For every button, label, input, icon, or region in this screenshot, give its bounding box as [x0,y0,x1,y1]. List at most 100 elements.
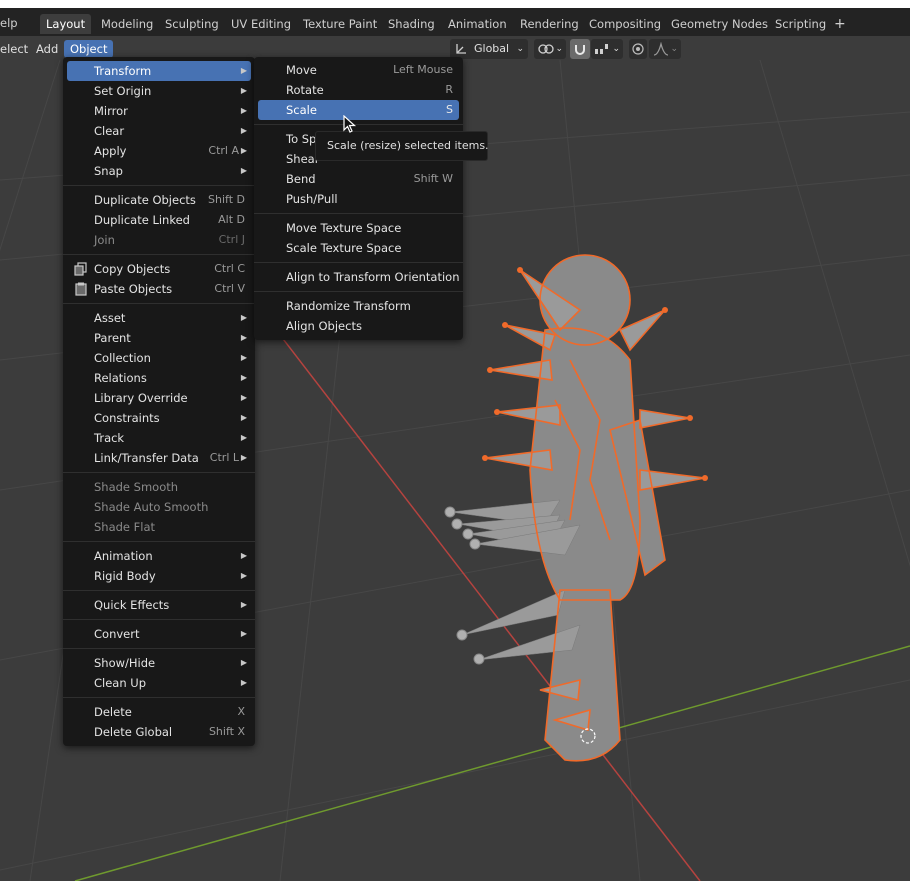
menu-item-bend[interactable]: Bend Shift W [258,169,459,189]
menu-item-animation[interactable]: Animation ▶ [67,546,251,566]
menu-item-shade-flat[interactable]: Shade Flat [67,517,251,537]
menu-item-duplicate-linked[interactable]: Duplicate Linked Alt D [67,210,251,230]
tab-scripting[interactable]: Scripting [769,14,832,34]
transform-orientation-dropdown[interactable]: Global ⌄ [450,39,528,59]
submenu-arrow-icon: ▶ [240,413,247,422]
menu-item-transform[interactable]: Transform ▶ [67,61,251,81]
menu-item-label: Collection [94,351,151,365]
menu-item-label: Align to Transform Orientation [286,270,460,284]
menu-item-shade-smooth[interactable]: Shade Smooth [67,477,251,497]
menu-item-label: Relations [94,371,147,385]
menu-item-label: Shade Smooth [94,480,179,494]
menu-item-shade-auto-smooth[interactable]: Shade Auto Smooth [67,497,251,517]
menu-item-collection[interactable]: Collection ▶ [67,348,251,368]
object-menu-button[interactable]: Object [64,40,114,58]
menu-item-label: Mirror [94,104,128,118]
menu-item-clear[interactable]: Clear ▶ [67,121,251,141]
orientation-axes-icon [456,44,466,54]
menu-shortcut: R [445,83,453,96]
menu-item-align-objects[interactable]: Align Objects [258,316,459,336]
menu-item-set-origin[interactable]: Set Origin ▶ [67,81,251,101]
link-icon [538,44,554,54]
menu-item-label: Delete Global [94,725,173,739]
menu-item-link-transfer-data[interactable]: Link/Transfer Data Ctrl L ▶ [67,448,251,468]
menu-item-label: Move Texture Space [286,221,402,235]
add-workspace-button[interactable]: + [828,14,852,34]
menu-item-constraints[interactable]: Constraints ▶ [67,408,251,428]
menu-item-rotate[interactable]: Rotate R [258,80,459,100]
pivot-point-dropdown[interactable]: ⌄ [534,39,566,59]
proportional-falloff-dropdown[interactable]: ⌄ [649,39,681,59]
submenu-arrow-icon: ▶ [240,433,247,442]
menu-item-join[interactable]: Join Ctrl J [67,230,251,250]
proportional-editing-toggle[interactable] [629,39,647,59]
menu-item-copy-objects[interactable]: Copy Objects Ctrl C [67,259,251,279]
tab-texture-paint[interactable]: Texture Paint [297,14,383,34]
menu-item-label: Rigid Body [94,569,156,583]
menu-item-mirror[interactable]: Mirror ▶ [67,101,251,121]
menu-item-randomize-transform[interactable]: Randomize Transform [258,296,459,316]
submenu-arrow-icon: ▶ [240,86,247,95]
menu-separator [254,291,463,292]
menu-item-align-to-transform-orientation[interactable]: Align to Transform Orientation [258,267,459,287]
menu-item-label: Move [286,63,317,77]
transform-submenu: Move Left Mouse Rotate R Scale S To Sp Shea… [254,57,463,340]
menu-separator [254,124,463,125]
submenu-arrow-icon: ▶ [240,106,247,115]
menu-item-push-pull[interactable]: Push/Pull [258,189,459,209]
menu-item-snap[interactable]: Snap ▶ [67,161,251,181]
menu-item-label: To Sp [286,132,317,146]
submenu-arrow-icon: ▶ [240,373,247,382]
tab-layout[interactable]: Layout [40,14,92,34]
menu-item-duplicate-objects[interactable]: Duplicate Objects Shift D [67,190,251,210]
snap-increment-icon [595,44,608,54]
tab-sculpting[interactable]: Sculpting [159,14,225,34]
menu-shortcut: Left Mouse [393,63,453,76]
menu-separator [254,262,463,263]
submenu-arrow-icon: ▶ [240,146,247,155]
menu-item-parent[interactable]: Parent ▶ [67,328,251,348]
menu-item-apply[interactable]: Apply Ctrl A ▶ [67,141,251,161]
menu-item-delete[interactable]: Delete X [67,702,251,722]
submenu-arrow-icon: ▶ [240,66,247,75]
menu-item-label: Convert [94,627,140,641]
menu-item-relations[interactable]: Relations ▶ [67,368,251,388]
menu-shortcut: Ctrl J [218,233,245,246]
menu-item-convert[interactable]: Convert ▶ [67,624,251,644]
menu-item-scale-texture-space[interactable]: Scale Texture Space [258,238,459,258]
tab-animation[interactable]: Animation [442,14,513,34]
tab-compositing[interactable]: Compositing [583,14,667,34]
menu-item-rigid-body[interactable]: Rigid Body ▶ [67,566,251,586]
help-menu[interactable]: elp [0,16,18,30]
submenu-arrow-icon: ▶ [240,126,247,135]
window-top-edge [0,0,910,8]
add-menu[interactable]: Add [36,40,58,58]
menu-item-delete-global[interactable]: Delete Global Shift X [67,722,251,742]
tab-modeling[interactable]: Modeling [95,14,159,34]
submenu-arrow-icon: ▶ [240,353,247,362]
menu-item-label: Duplicate Objects [94,193,196,207]
tab-geometry-nodes[interactable]: Geometry Nodes [665,14,774,34]
tab-shading[interactable]: Shading [382,14,441,34]
menu-item-paste-objects[interactable]: Paste Objects Ctrl V [67,279,251,299]
menu-item-track[interactable]: Track ▶ [67,428,251,448]
chevron-down-icon: ⌄ [555,44,563,54]
menu-item-scale[interactable]: Scale S [258,100,459,120]
menu-item-library-override[interactable]: Library Override ▶ [67,388,251,408]
chevron-down-icon: ⌄ [516,44,524,54]
menu-item-move[interactable]: Move Left Mouse [258,60,459,80]
menu-separator [63,254,255,255]
select-menu[interactable]: elect [0,40,28,58]
tab-uv-editing[interactable]: UV Editing [225,14,297,34]
menu-item-quick-effects[interactable]: Quick Effects ▶ [67,595,251,615]
menu-item-label: Clear [94,124,125,138]
submenu-arrow-icon: ▶ [240,453,247,462]
chevron-down-icon: ⌄ [670,44,678,54]
snap-target-dropdown[interactable]: ⌄ [591,39,623,59]
menu-item-clean-up[interactable]: Clean Up ▶ [67,673,251,693]
menu-item-show-hide[interactable]: Show/Hide ▶ [67,653,251,673]
menu-item-move-texture-space[interactable]: Move Texture Space [258,218,459,238]
snap-toggle[interactable] [570,39,590,59]
menu-item-asset[interactable]: Asset ▶ [67,308,251,328]
tab-rendering[interactable]: Rendering [514,14,585,34]
